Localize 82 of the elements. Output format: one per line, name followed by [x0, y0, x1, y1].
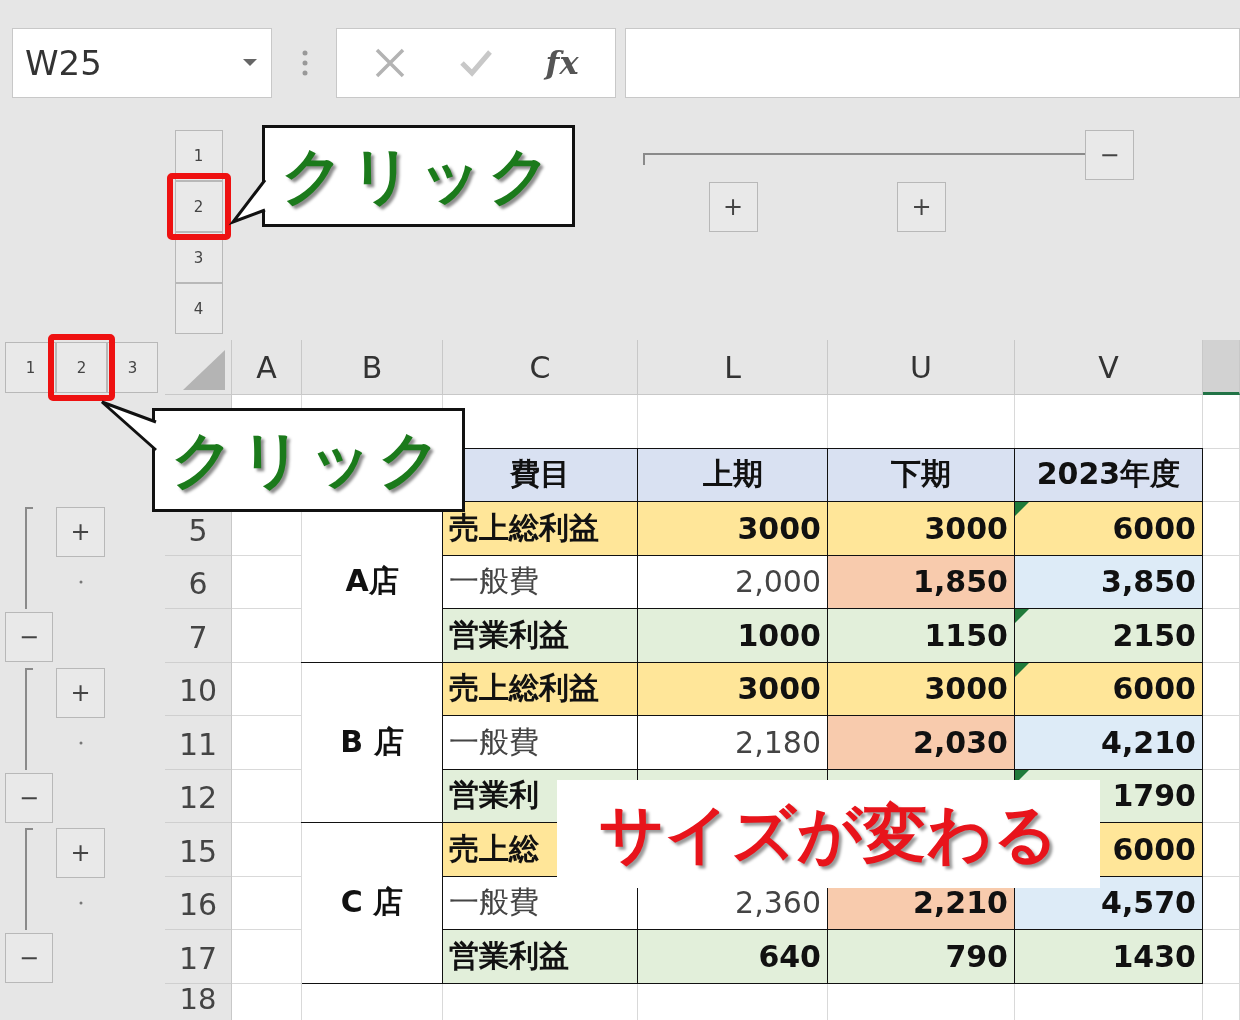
table-cell	[1203, 823, 1240, 877]
table-cell: 3000	[827, 501, 1015, 556]
table-cell: 2,030	[827, 715, 1015, 770]
table-cell: 640	[637, 929, 828, 984]
table-cell: 一般費	[442, 554, 638, 609]
dropdown-caret-icon[interactable]	[243, 59, 257, 67]
table-cell: 1000	[637, 608, 828, 663]
table-cell: 4,210	[1014, 715, 1203, 770]
annotation-banner: サイズが変わる	[557, 780, 1100, 888]
cancel-icon[interactable]	[373, 47, 406, 79]
collapse-button[interactable]: −	[5, 612, 53, 662]
collapse-button[interactable]: −	[1085, 130, 1134, 180]
table-cell: 3000	[637, 661, 828, 716]
table-cell	[232, 662, 302, 716]
column-header[interactable]: C	[443, 340, 638, 395]
table-header-cell: 下期	[827, 447, 1015, 502]
table-cell	[232, 609, 302, 663]
table-cell	[232, 716, 302, 770]
table-cell	[1203, 876, 1240, 930]
grip-dots-icon	[302, 50, 308, 76]
name-box[interactable]: W25	[12, 28, 272, 98]
table-cell	[232, 769, 302, 823]
table-cell: 1430	[1014, 929, 1203, 984]
table-cell: 2,000	[637, 554, 828, 609]
expand-button[interactable]: +	[56, 828, 105, 878]
table-cell: 3,850	[1014, 554, 1203, 609]
table-cell: 3000	[637, 501, 828, 556]
callout-box: クリック	[262, 125, 575, 227]
expand-button[interactable]: +	[897, 182, 946, 232]
outline-dot-icon	[79, 901, 83, 906]
table-cell	[1203, 395, 1240, 449]
table-cell	[1203, 502, 1240, 556]
table-cell	[232, 555, 302, 609]
outline-dot-icon	[79, 580, 83, 585]
table-cell	[232, 930, 302, 984]
expand-button[interactable]: +	[708, 182, 758, 232]
callout-box: クリック	[152, 408, 465, 512]
column-header[interactable]: A	[232, 340, 302, 395]
outline-dot-icon	[79, 740, 83, 745]
table-cell: 2150	[1014, 608, 1203, 663]
table-cell: 一般費	[442, 715, 638, 770]
table-cell	[1203, 448, 1240, 502]
collapse-button[interactable]: −	[5, 933, 53, 983]
table-cell: 2,180	[637, 715, 828, 770]
table-cell	[1203, 662, 1240, 716]
table-cell	[232, 876, 302, 930]
insert-function-button[interactable]: fx	[545, 44, 579, 82]
table-cell	[1203, 930, 1240, 984]
table-cell	[1203, 609, 1240, 663]
table-cell: 6000	[1014, 501, 1203, 556]
table-cell: 営業利益	[442, 929, 638, 984]
table-header-cell: 上期	[637, 447, 828, 502]
table-cell: 売上総利益	[442, 661, 638, 716]
checkmark-icon[interactable]	[458, 49, 493, 77]
cell-reference: W25	[25, 43, 102, 83]
store-cell: B 店	[301, 661, 443, 823]
formula-input[interactable]	[625, 28, 1240, 98]
table-cell	[1203, 555, 1240, 609]
table-cell	[1203, 769, 1240, 823]
column-header[interactable]: B	[302, 340, 443, 395]
table-cell	[232, 823, 302, 877]
table-cell: 営業利益	[442, 608, 638, 663]
column-header[interactable]: U	[828, 340, 1015, 395]
outline-level-button[interactable]: 2	[56, 342, 107, 393]
outline-level-button[interactable]: 2	[174, 181, 223, 232]
outline-level-button[interactable]: 4	[174, 283, 223, 334]
table-cell	[1203, 716, 1240, 770]
table-cell: 3000	[827, 661, 1015, 716]
expand-button[interactable]: +	[56, 507, 105, 557]
column-header[interactable]	[1203, 340, 1240, 395]
table-cell: 1150	[827, 608, 1015, 663]
collapse-button[interactable]: −	[5, 772, 53, 823]
column-header[interactable]: L	[638, 340, 828, 395]
select-all-icon[interactable]	[183, 350, 225, 390]
table-cell: 1,850	[827, 554, 1015, 609]
table-cell: 6000	[1014, 661, 1203, 716]
store-cell: C 店	[301, 822, 443, 984]
table-cell: 売上総利益	[442, 501, 638, 556]
table-header-cell: 2023年度	[1014, 447, 1203, 502]
expand-button[interactable]: +	[56, 667, 105, 718]
table-cell: 790	[827, 929, 1015, 984]
column-header[interactable]: V	[1015, 340, 1203, 395]
